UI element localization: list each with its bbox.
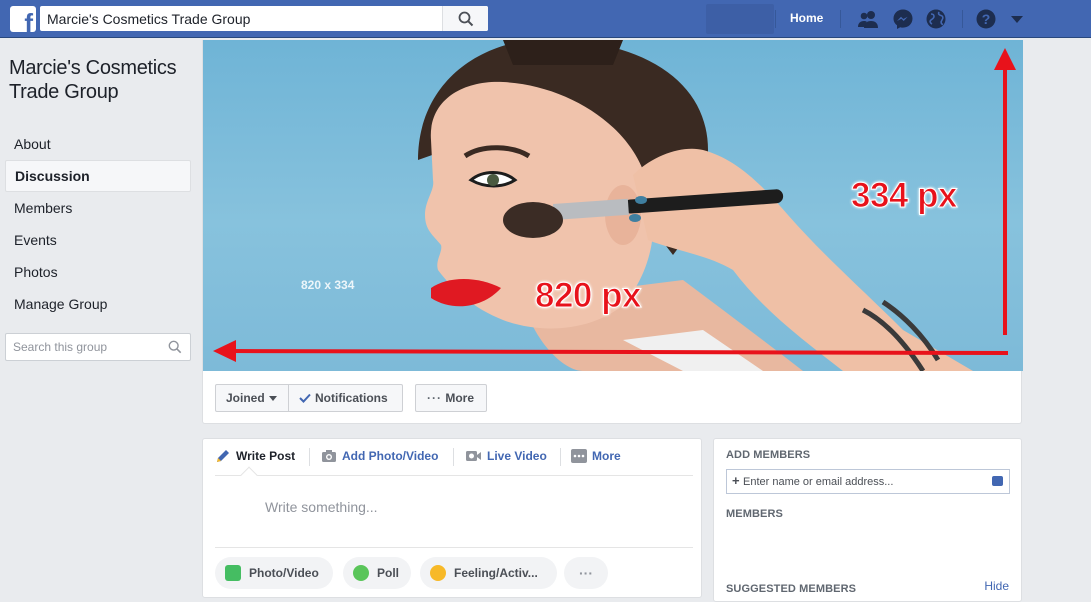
- members-panel: ADD MEMBERS + MEMBERS SUGGESTED MEMBERS …: [713, 438, 1022, 602]
- svg-text:?: ?: [982, 11, 991, 27]
- nav-item-events[interactable]: Events: [5, 224, 191, 256]
- divider: [215, 547, 693, 548]
- nail: [635, 196, 647, 204]
- plus-icon: +: [732, 473, 740, 488]
- nav-item-discussion[interactable]: Discussion: [5, 160, 191, 192]
- divider: [775, 10, 776, 28]
- search-icon[interactable]: [168, 340, 182, 354]
- camera-icon: [322, 449, 336, 462]
- divider: [309, 448, 310, 466]
- facebook-logo[interactable]: f: [10, 6, 36, 32]
- iris: [487, 174, 499, 186]
- photo-icon: [225, 565, 241, 581]
- group-title-line-1: Marcie's Cosmetics: [9, 57, 177, 79]
- hair-bun: [503, 40, 623, 65]
- group-cover-card: 820 x 334 334 px 820 px Joined Notificat…: [202, 40, 1023, 424]
- messenger-icon[interactable]: [892, 8, 914, 30]
- top-navigation-bar: f Home ?: [0, 0, 1091, 38]
- pencil-icon: [217, 449, 229, 462]
- add-members-input[interactable]: [743, 470, 983, 493]
- tab-label: More: [592, 449, 621, 463]
- nail: [629, 214, 641, 222]
- home-link[interactable]: Home: [790, 11, 823, 25]
- search-button[interactable]: [442, 6, 488, 31]
- group-left-nav: About Discussion Members Events Photos M…: [5, 128, 191, 320]
- more-label: More: [445, 391, 475, 405]
- tab-add-photo-video[interactable]: Add Photo/Video: [321, 439, 438, 475]
- hide-link[interactable]: Hide: [984, 579, 1009, 593]
- pill-label: Poll: [377, 566, 400, 580]
- pill-label: Photo/Video: [249, 566, 319, 580]
- tab-write-post[interactable]: Write Post: [215, 439, 295, 475]
- more-dots-icon: ···: [579, 565, 593, 581]
- feeling-smiley-icon: [430, 565, 446, 581]
- post-composer: Write Post Add Photo/Video Live Video Mo…: [202, 438, 702, 598]
- notifications-label: Notifications: [315, 391, 388, 405]
- more-dots-icon: ···: [427, 391, 442, 405]
- checkmark-icon: [299, 393, 311, 403]
- friend-requests-icon[interactable]: [857, 8, 879, 30]
- more-options-pill[interactable]: ···: [564, 557, 608, 589]
- group-title-line-2: Trade Group: [9, 81, 119, 103]
- more-dots-icon: [571, 448, 587, 463]
- tab-live-video[interactable]: Live Video: [465, 439, 547, 475]
- tab-more[interactable]: More: [571, 439, 621, 475]
- notifications-button[interactable]: Notifications: [288, 384, 403, 412]
- arrow-up-head: [994, 48, 1016, 70]
- width-annotation: 820 px: [535, 276, 642, 316]
- joined-button[interactable]: Joined: [215, 384, 289, 412]
- notifications-globe-icon[interactable]: [925, 8, 947, 30]
- members-heading: MEMBERS: [726, 508, 783, 520]
- height-annotation: 334 px: [851, 176, 958, 216]
- nav-item-members[interactable]: Members: [5, 192, 191, 224]
- search-icon: [458, 11, 474, 27]
- message-bubble-icon[interactable]: [992, 476, 1003, 486]
- arrow-left-head: [213, 340, 236, 362]
- composer-tabs: Write Post Add Photo/Video Live Video Mo…: [215, 439, 693, 476]
- divider: [840, 10, 841, 28]
- facebook-logo-letter: f: [24, 8, 33, 32]
- cover-photo[interactable]: 820 x 334 334 px 820 px: [203, 40, 1023, 371]
- help-icon[interactable]: ?: [975, 8, 997, 30]
- nav-item-manage-group[interactable]: Manage Group: [5, 288, 191, 320]
- nav-item-about[interactable]: About: [5, 128, 191, 160]
- account-menu-chevron-down-icon[interactable]: [1006, 8, 1028, 30]
- poll-pill[interactable]: Poll: [343, 557, 411, 589]
- global-search-input[interactable]: [40, 6, 440, 31]
- poll-icon: [353, 565, 369, 581]
- joined-label: Joined: [226, 391, 265, 405]
- add-members-heading: ADD MEMBERS: [726, 449, 811, 461]
- group-search-input[interactable]: [6, 334, 161, 360]
- add-members-field: +: [726, 469, 1010, 494]
- write-something-input[interactable]: Write something...: [265, 499, 378, 515]
- photo-video-pill[interactable]: Photo/Video: [215, 557, 333, 589]
- feeling-activity-pill[interactable]: Feeling/Activ...: [420, 557, 557, 589]
- nav-item-photos[interactable]: Photos: [5, 256, 191, 288]
- video-camera-icon: [466, 450, 481, 461]
- tab-label: Live Video: [487, 449, 547, 463]
- cover-size-label: 820 x 334: [301, 278, 355, 292]
- more-button[interactable]: ··· More: [415, 384, 487, 412]
- tab-label: Add Photo/Video: [342, 449, 439, 463]
- divider: [453, 448, 454, 466]
- divider: [962, 10, 963, 28]
- group-search: [5, 333, 191, 361]
- pill-label: Feeling/Activ...: [454, 566, 538, 580]
- chevron-down-icon: [268, 396, 277, 402]
- profile-shortcut[interactable]: [706, 4, 774, 34]
- divider: [560, 448, 561, 466]
- group-title[interactable]: Marcie's Cosmetics Trade Group: [9, 56, 194, 104]
- tab-label: Write Post: [236, 449, 296, 463]
- arrow-left-line: [227, 349, 1009, 355]
- brush-bristles: [503, 202, 563, 238]
- suggested-members-heading: SUGGESTED MEMBERS: [726, 583, 857, 595]
- global-search: [40, 6, 488, 31]
